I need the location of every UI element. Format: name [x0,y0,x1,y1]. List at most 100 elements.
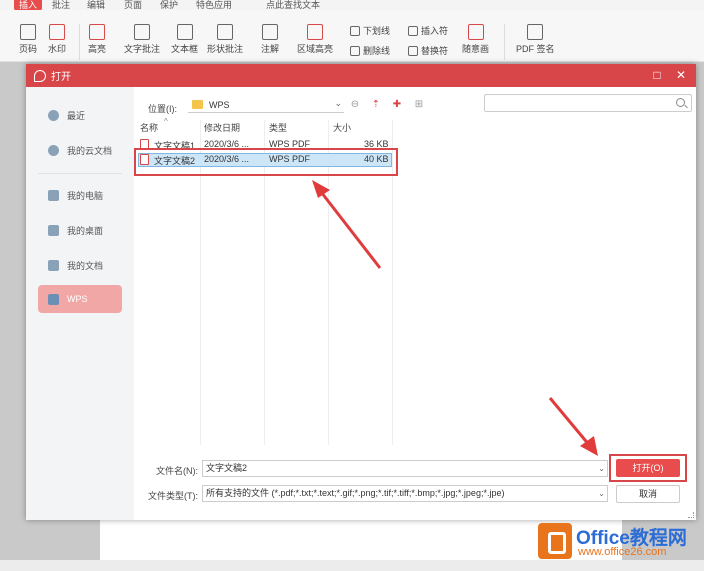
sidebar-divider [38,173,122,174]
underline-tool[interactable]: 下划线 [350,24,390,37]
shape-comment-tool[interactable]: 形状批注 [207,24,243,55]
area-highlight-tool[interactable]: 区域高亮 [297,24,333,55]
clock-icon [48,109,59,121]
column-header-name[interactable]: 名称 [140,120,158,136]
menu-protect[interactable]: 保护 [160,0,178,10]
folder-icon [192,100,203,109]
sidebar-item-label: WPS [67,294,88,304]
sidebar-item-wps[interactable]: WPS [38,285,122,313]
office-logo-icon [538,523,572,559]
text-comment-tool[interactable]: 文字批注 [124,24,160,55]
scribble-tool[interactable]: 随意画 [462,24,489,55]
page-number-icon [20,24,36,40]
back-icon[interactable]: ⊖ [348,98,362,112]
file-highlight-box [134,148,398,176]
ribbon-toolbar: 页码 水印 高亮 文字批注 文本框 形状批注 注解 区域高亮 下划线 删除线 插… [0,10,704,62]
text-box-icon [176,24,193,40]
pdf-sign-label: PDF 签名 [516,44,555,54]
page-number-label: 页码 [19,44,38,54]
wps-pdf-logo-icon [34,69,46,82]
places-sidebar: 最近 我的云文档 我的电脑 我的桌面 我的文档 WPS [26,87,134,520]
signature-icon [527,24,544,40]
desktop-icon [48,224,59,236]
chevron-down-icon: ⌄ [596,486,605,501]
cancel-button[interactable]: 取消 [616,485,680,503]
sidebar-item-label: 我的桌面 [67,225,104,236]
filetype-label: 文件类型(T): [148,491,198,501]
menu-comment[interactable]: 批注 [52,0,70,10]
scribble-label: 随意画 [462,44,490,54]
close-icon[interactable]: ✕ [674,69,688,82]
search-input[interactable] [484,94,692,112]
folder-icon [48,293,59,305]
area-highlight-label: 区域高亮 [297,44,334,54]
pdf-sign-tool[interactable]: PDF 签名 [516,24,555,55]
resize-grip-icon[interactable] [688,512,694,518]
location-value: WPS [209,99,230,110]
sort-asc-icon: ^ [164,117,168,126]
sidebar-item-label: 我的云文档 [67,145,113,156]
cloud-icon [48,144,59,156]
up-folder-icon[interactable]: ⇡ [369,98,383,112]
sidebar-item-computer[interactable]: 我的电脑 [38,181,122,209]
dialog-title: 打开 [51,72,71,83]
ribbon-divider [504,24,505,60]
filetype-select[interactable]: 所有支持的文件 (*.pdf;*.txt;*.text;*.gif;*.png;… [202,485,608,502]
insert-char-label: 插入符 [421,26,449,36]
filetype-value: 所有支持的文件 (*.pdf;*.txt;*.text;*.gif;*.png;… [206,488,505,498]
page-number-tool[interactable]: 页码 [19,24,37,55]
computer-icon [48,189,59,201]
sidebar-item-cloud[interactable]: 我的云文档 [38,136,122,164]
sidebar-item-label: 最近 [67,110,86,121]
location-dropdown[interactable]: WPS ⌄ [188,97,344,113]
filename-label: 文件名(N): [156,466,198,476]
menu-page[interactable]: 页面 [124,0,142,10]
new-folder-icon[interactable]: ✚ [390,98,404,112]
underline-label: 下划线 [363,26,391,36]
highlight-tool[interactable]: 高亮 [88,24,106,55]
sidebar-item-label: 我的文档 [67,260,104,271]
folder-icon [48,259,59,271]
area-highlight-icon [307,24,323,40]
sidebar-item-desktop[interactable]: 我的桌面 [38,216,122,244]
insert-char-tool[interactable]: 插入符 [408,24,448,37]
strikethrough-tool[interactable]: 删除线 [350,44,390,57]
watermark-tool[interactable]: 水印 [48,24,66,55]
sidebar-item-recent[interactable]: 最近 [38,101,122,129]
highlight-icon [89,24,105,40]
maximize-icon[interactable]: □ [650,69,664,82]
watermark-label: 水印 [48,44,67,54]
strikethrough-icon [350,45,360,56]
chevron-down-icon: ⌄ [334,98,342,108]
text-comment-icon [134,24,150,40]
shape-comment-label: 形状批注 [207,44,244,54]
menu-edit[interactable]: 编辑 [87,0,105,10]
sidebar-item-label: 我的电脑 [67,190,104,201]
menu-search-text[interactable]: 点此查找文本 [266,0,320,10]
text-box-label: 文本框 [171,44,199,54]
filename-value: 文字文稿2 [206,463,248,473]
replace-char-icon [408,45,418,56]
view-mode-icon[interactable]: ⊞ [412,98,426,112]
menu-special[interactable]: 特色应用 [196,0,232,10]
open-button[interactable]: 打开(O) [616,459,680,477]
column-header-date[interactable]: 修改日期 [204,120,240,136]
note-tool[interactable]: 注解 [261,24,279,55]
note-label: 注解 [261,44,280,54]
highlight-label: 高亮 [88,44,107,54]
menu-bar: 插入 批注 编辑 页面 保护 特色应用 点此查找文本 [0,0,704,10]
column-header-size[interactable]: 大小 [333,120,351,136]
filename-field[interactable]: 文字文稿2 ⌄ [202,460,608,477]
note-icon [262,24,278,40]
strikethrough-label: 删除线 [363,46,391,56]
column-header-type[interactable]: 类型 [269,120,287,136]
line-shape-icon [217,24,233,40]
text-box-tool[interactable]: 文本框 [171,24,198,55]
insert-char-icon [408,25,418,36]
location-label: 位置(I): [148,104,177,114]
search-icon [676,98,685,107]
dialog-titlebar: 打开 [26,64,696,87]
replace-char-tool[interactable]: 替换符 [408,44,448,57]
menu-insert[interactable]: 插入 [14,0,43,10]
sidebar-item-documents[interactable]: 我的文档 [38,251,122,279]
